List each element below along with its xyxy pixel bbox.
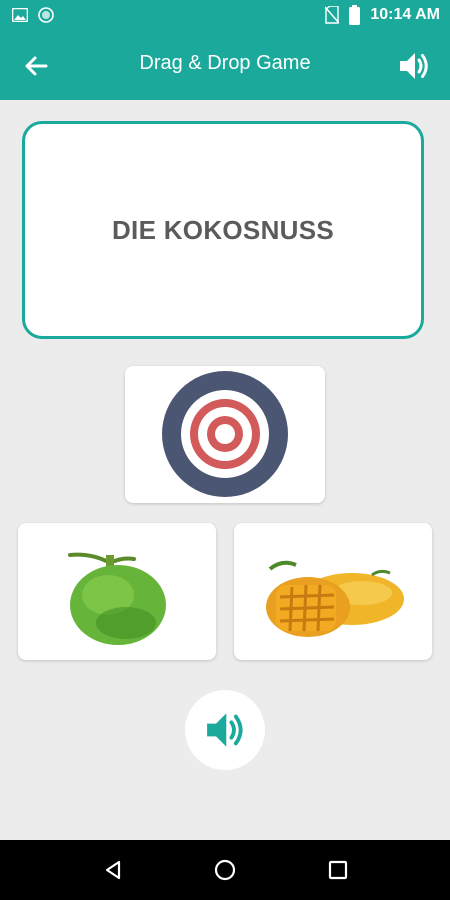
- sound-toggle-button[interactable]: [396, 48, 432, 84]
- mango-image: [266, 560, 404, 637]
- battery-icon: [349, 5, 361, 25]
- drop-target-card[interactable]: [125, 366, 325, 503]
- system-nav-bar: [0, 840, 450, 900]
- coconut-image: [68, 552, 166, 645]
- word-text: DIE KOKOSNUSS: [111, 214, 335, 245]
- no-sim-icon: [325, 6, 340, 24]
- speaker-icon: [400, 53, 428, 79]
- home-circle-icon: [214, 859, 236, 881]
- app-bar: Drag & Drop Game: [0, 30, 450, 100]
- status-left-icons: [12, 7, 54, 23]
- nav-back-button[interactable]: [101, 858, 125, 882]
- play-sound-button[interactable]: [185, 690, 265, 770]
- nav-recents-button[interactable]: [326, 858, 350, 882]
- page-title: Drag & Drop Game: [139, 52, 311, 74]
- circle-notification-icon: [38, 7, 54, 23]
- status-time: 10:14 AM: [370, 6, 440, 23]
- target-icon: [162, 371, 288, 497]
- word-card: DIE KOKOSNUSS: [22, 121, 424, 339]
- image-icon: [12, 8, 28, 22]
- status-right-icons: 10:14 AM: [325, 5, 440, 25]
- recents-square-icon: [328, 860, 348, 880]
- speaker-icon: [207, 713, 243, 747]
- option-card-mango[interactable]: [234, 523, 432, 660]
- back-triangle-icon: [105, 860, 121, 880]
- status-bar: 10:14 AM: [0, 0, 450, 30]
- nav-home-button[interactable]: [213, 858, 237, 882]
- option-card-coconut[interactable]: [18, 523, 216, 660]
